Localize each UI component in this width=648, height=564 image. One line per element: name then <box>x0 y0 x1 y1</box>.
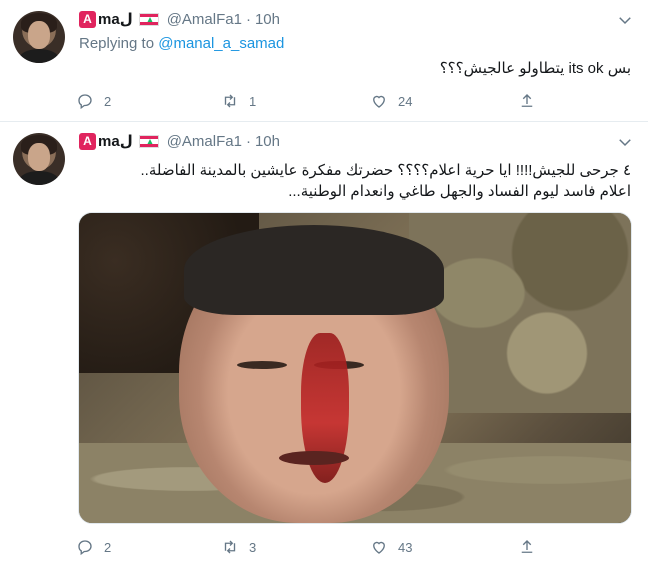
retweet-icon <box>224 94 236 108</box>
tweet-header: A maل @AmalFa1 · 10h <box>79 131 280 151</box>
retweet-count: 1 <box>249 93 257 109</box>
tweet-actions: 2 1 24 <box>76 90 546 112</box>
chevron-down-icon[interactable] <box>616 11 634 29</box>
tweet[interactable]: A maل @AmalFa1 · 10h Replying to @manal_… <box>0 0 648 122</box>
share-button[interactable] <box>518 536 546 558</box>
tweet-actions: 2 3 43 <box>76 536 546 558</box>
retweet-count: 3 <box>249 539 257 555</box>
retweet-button[interactable]: 3 <box>221 536 256 558</box>
user-handle[interactable]: @AmalFa1 <box>167 11 242 28</box>
like-count: 24 <box>398 93 413 109</box>
reply-button[interactable]: 2 <box>76 536 111 558</box>
reply-count: 2 <box>104 539 112 555</box>
replying-to: Replying to @manal_a_samad <box>79 35 284 52</box>
retweet-icon <box>224 540 236 554</box>
tweet[interactable]: A maل @AmalFa1 · 10h ٤ جرحى للجيش!!!! اي… <box>0 122 648 564</box>
reply-icon <box>78 540 92 556</box>
tweet-header: A maل @AmalFa1 · 10h <box>79 9 280 29</box>
timestamp[interactable]: 10h <box>255 11 280 28</box>
like-icon <box>373 95 385 108</box>
reply-button[interactable]: 2 <box>76 90 111 112</box>
tweet-text-line: ٤ جرحى للجيش!!!! ايا حرية اعلام؟؟؟؟ حضرت… <box>140 162 632 179</box>
user-handle[interactable]: @AmalFa1 <box>167 133 242 150</box>
like-count: 43 <box>398 539 413 555</box>
reply-count: 2 <box>104 93 112 109</box>
share-icon <box>521 94 533 107</box>
replying-user-link[interactable]: @manal_a_samad <box>158 35 284 52</box>
tweet-text: بس its ok يتطاولو عالجيش؟؟؟ <box>439 60 631 77</box>
tweet-text-line: اعلام فاسد ليوم الفساد والجهل طاغي وانعد… <box>288 183 631 200</box>
tweet-text: ٤ جرحى للجيش!!!! ايا حرية اعلام؟؟؟؟ حضرت… <box>141 160 632 202</box>
display-name[interactable]: maل <box>98 10 133 28</box>
chevron-down-icon[interactable] <box>616 133 634 151</box>
lebanon-flag-icon <box>138 134 159 148</box>
display-name[interactable]: maل <box>98 132 133 150</box>
retweet-button[interactable]: 1 <box>221 90 256 112</box>
like-button[interactable]: 24 <box>370 90 412 112</box>
replying-label: Replying to <box>79 35 155 52</box>
avatar[interactable] <box>13 133 65 185</box>
like-icon <box>373 541 385 554</box>
name-badge[interactable]: A <box>79 10 96 28</box>
reply-icon <box>78 94 92 110</box>
lebanon-flag-icon <box>138 12 159 26</box>
avatar[interactable] <box>13 11 65 63</box>
name-badge[interactable]: A <box>79 132 96 150</box>
tweet-photo[interactable] <box>78 212 632 524</box>
share-icon <box>521 540 533 553</box>
separator-dot: · <box>245 10 251 28</box>
like-button[interactable]: 43 <box>370 536 412 558</box>
separator-dot: · <box>245 132 251 150</box>
share-button[interactable] <box>518 90 546 112</box>
timestamp[interactable]: 10h <box>255 133 280 150</box>
